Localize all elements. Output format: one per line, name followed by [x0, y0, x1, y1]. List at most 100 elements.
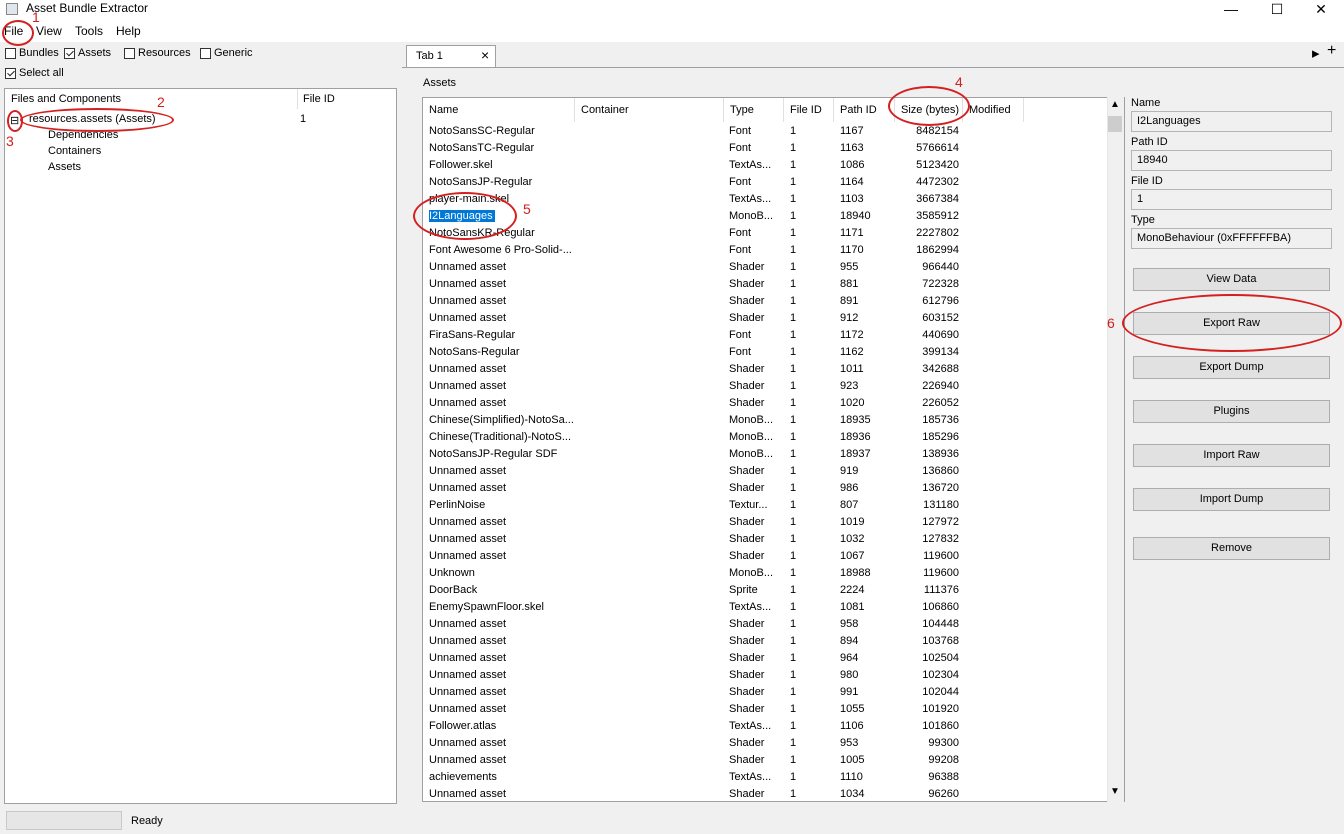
table-row[interactable]: Unnamed asset Shader 1 1019 127972: [423, 514, 1108, 531]
table-row[interactable]: Unnamed asset Shader 1 1032 127832: [423, 531, 1108, 548]
cell-name: Unnamed asset: [429, 278, 507, 290]
files-tree[interactable]: Files and Components File ID ⊟ resources…: [4, 88, 397, 804]
import-raw-button[interactable]: Import Raw: [1133, 444, 1330, 467]
table-row[interactable]: Unnamed asset Shader 1 986 136720: [423, 480, 1108, 497]
import-dump-button[interactable]: Import Dump: [1133, 488, 1330, 511]
export-dump-button[interactable]: Export Dump: [1133, 356, 1330, 379]
table-row[interactable]: Unnamed asset Shader 1 891 612796: [423, 293, 1108, 310]
cell-path-id: 1019: [840, 516, 865, 528]
table-row[interactable]: PerlinNoise Textur... 1 807 131180: [423, 497, 1108, 514]
menu-help[interactable]: Help: [116, 24, 141, 38]
menu-view[interactable]: View: [36, 24, 62, 38]
filter-bundles[interactable]: Bundles: [5, 47, 59, 59]
table-row[interactable]: DoorBack Sprite 1 2224 111376: [423, 582, 1108, 599]
select-all-checkbox[interactable]: [5, 67, 16, 79]
table-row[interactable]: NotoSansTC-Regular Font 1 1163 5766614: [423, 140, 1108, 157]
cell-path-id: 881: [840, 278, 859, 290]
filter-assets[interactable]: Assets: [64, 47, 111, 59]
table-row[interactable]: NotoSans-Regular Font 1 1162 399134: [423, 344, 1108, 361]
tree-item-containers[interactable]: Containers: [48, 145, 101, 157]
cell-name: NotoSansSC-Regular: [429, 125, 535, 137]
cell-type: Font: [729, 227, 752, 239]
minimize-button[interactable]: —: [1208, 0, 1254, 20]
table-row[interactable]: FiraSans-Regular Font 1 1172 440690: [423, 327, 1108, 344]
filter-resources[interactable]: Resources: [124, 47, 191, 59]
add-tab-icon[interactable]: +: [1327, 42, 1336, 60]
tree-header-name[interactable]: Files and Components: [11, 93, 121, 105]
table-row[interactable]: Unnamed asset Shader 1 1067 119600: [423, 548, 1108, 565]
table-scrollbar[interactable]: [1107, 97, 1124, 802]
table-row[interactable]: NotoSansJP-Regular SDF MonoB... 1 18937 1389…: [423, 446, 1108, 463]
cell-name: Font Awesome 6 Pro-Solid-...: [429, 244, 572, 256]
table-row[interactable]: Follower.atlas TextAs... 1 1106 101860: [423, 718, 1108, 735]
cell-type: Shader: [729, 261, 765, 273]
cell-path-id: 1167: [840, 125, 864, 137]
table-row[interactable]: Unnamed asset Shader 1 980 102304: [423, 667, 1108, 684]
menu-tools[interactable]: Tools: [75, 24, 103, 38]
table-row[interactable]: Chinese(Simplified)-NotoSa... MonoB... 1 18…: [423, 412, 1108, 429]
table-row[interactable]: Unnamed asset Shader 1 912 603152: [423, 310, 1108, 327]
table-row[interactable]: EnemySpawnFloor.skel TextAs... 1 1081 106860: [423, 599, 1108, 616]
generic-checkbox[interactable]: [200, 47, 211, 59]
cell-size: 104448: [922, 618, 959, 630]
cell-size: 119600: [923, 567, 959, 579]
plugins-button[interactable]: Plugins: [1133, 400, 1330, 423]
table-row[interactable]: Chinese(Traditional)-NotoS... MonoB... 1 18…: [423, 429, 1108, 446]
column-header-file-id[interactable]: File ID: [784, 98, 834, 122]
column-header-type[interactable]: Type: [724, 98, 784, 122]
file-id-field[interactable]: 1: [1131, 189, 1332, 210]
scrollbar-thumb[interactable]: [1108, 116, 1122, 132]
table-row[interactable]: NotoSansSC-Regular Font 1 1167 8482154: [423, 123, 1108, 140]
cell-path-id: 2224: [840, 584, 865, 596]
cell-path-id: 18935: [840, 414, 871, 426]
table-row[interactable]: Unnamed asset Shader 1 964 102504: [423, 650, 1108, 667]
column-header-name[interactable]: Name: [423, 98, 575, 122]
tab-1[interactable]: Tab 1 ×: [406, 45, 496, 67]
cell-type: Shader: [729, 737, 765, 749]
cell-path-id: 923: [840, 380, 859, 392]
close-window-button[interactable]: ✕: [1298, 0, 1344, 20]
table-row[interactable]: achievements TextAs... 1 1110 96388: [423, 769, 1108, 786]
cell-name: Unnamed asset: [429, 686, 507, 698]
table-row[interactable]: Unnamed asset Shader 1 1011 342688: [423, 361, 1108, 378]
table-row[interactable]: Unknown MonoB... 1 18988 119600: [423, 565, 1108, 582]
table-row[interactable]: Unnamed asset Shader 1 1020 226052: [423, 395, 1108, 412]
tab-close-icon[interactable]: ×: [481, 47, 489, 63]
maximize-button[interactable]: ☐: [1254, 0, 1300, 20]
resources-checkbox[interactable]: [124, 47, 135, 59]
scroll-down-icon[interactable]: ▼: [1110, 786, 1120, 797]
tree-item-assets[interactable]: Assets: [48, 161, 81, 173]
table-row[interactable]: Font Awesome 6 Pro-Solid-... Font 1 1170 186…: [423, 242, 1108, 259]
table-row[interactable]: Unnamed asset Shader 1 894 103768: [423, 633, 1108, 650]
table-row[interactable]: Unnamed asset Shader 1 953 99300: [423, 735, 1108, 752]
table-row[interactable]: NotoSansKR-Regular Font 1 1171 2227802: [423, 225, 1108, 242]
scroll-tabs-right-icon[interactable]: ▸: [1312, 44, 1320, 62]
select-all[interactable]: Select all: [5, 67, 64, 79]
table-row[interactable]: Unnamed asset Shader 1 1034 96260: [423, 786, 1108, 801]
remove-button[interactable]: Remove: [1133, 537, 1330, 560]
column-header-path-id[interactable]: Path ID: [834, 98, 895, 122]
filter-generic[interactable]: Generic: [200, 47, 253, 59]
table-row[interactable]: Unnamed asset Shader 1 991 102044: [423, 684, 1108, 701]
view-data-button[interactable]: View Data: [1133, 268, 1330, 291]
table-row[interactable]: Unnamed asset Shader 1 955 966440: [423, 259, 1108, 276]
type-field[interactable]: MonoBehaviour (0xFFFFFFBA): [1131, 228, 1332, 249]
cell-path-id: 1020: [840, 397, 865, 409]
table-row[interactable]: NotoSansJP-Regular Font 1 1164 4472302: [423, 174, 1108, 191]
path-id-field[interactable]: 18940: [1131, 150, 1332, 171]
table-row[interactable]: Unnamed asset Shader 1 923 226940: [423, 378, 1108, 395]
table-row[interactable]: Follower.skel TextAs... 1 1086 5123420: [423, 157, 1108, 174]
column-header-container[interactable]: Container: [575, 98, 724, 122]
table-row[interactable]: Unnamed asset Shader 1 1055 101920: [423, 701, 1108, 718]
scroll-up-icon[interactable]: ▲: [1110, 99, 1120, 110]
tree-header-file-id[interactable]: File ID: [303, 93, 335, 105]
table-row[interactable]: Unnamed asset Shader 1 881 722328: [423, 276, 1108, 293]
bundles-checkbox[interactable]: [5, 47, 16, 59]
assets-checkbox[interactable]: [64, 47, 75, 59]
table-row[interactable]: Unnamed asset Shader 1 958 104448: [423, 616, 1108, 633]
cell-type: TextAs...: [729, 193, 772, 205]
column-header-modified[interactable]: Modified: [963, 98, 1024, 122]
table-row[interactable]: Unnamed asset Shader 1 1005 99208: [423, 752, 1108, 769]
table-row[interactable]: Unnamed asset Shader 1 919 136860: [423, 463, 1108, 480]
name-field[interactable]: I2Languages: [1131, 111, 1332, 132]
